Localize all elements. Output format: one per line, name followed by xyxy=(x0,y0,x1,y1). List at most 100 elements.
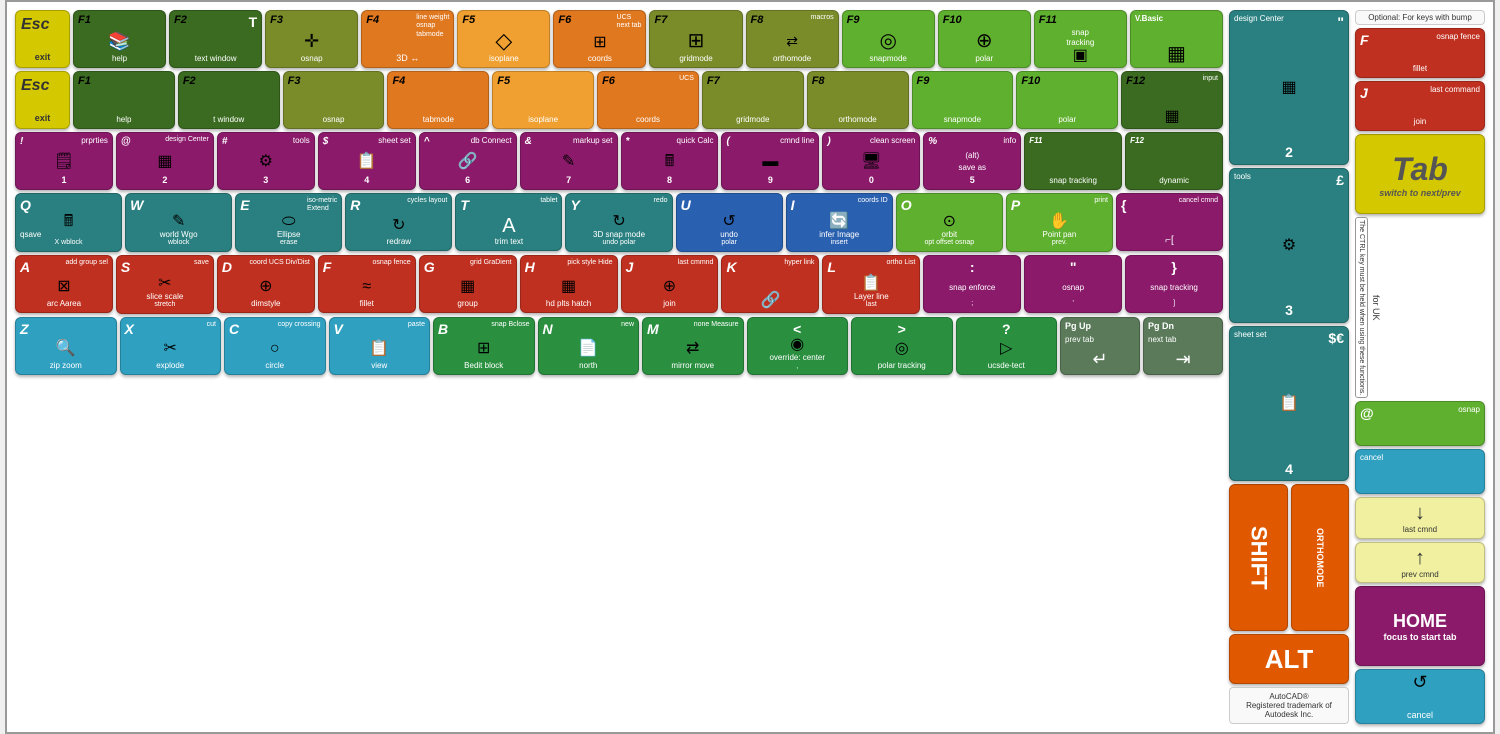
keyboard-container: Esc exit F1 📚 help F2 T text window F3 ✛ xyxy=(5,0,1495,734)
esc-key-bottom[interactable]: Esc exit xyxy=(15,71,70,129)
key-t[interactable]: T tablet A trim text xyxy=(455,193,562,251)
key-1[interactable]: ! prprties 🗒 1 xyxy=(15,132,113,190)
f11-key[interactable]: F11 snaptracking ▣ xyxy=(1034,10,1127,68)
key-4[interactable]: $ sheet set 📋 4 xyxy=(318,132,416,190)
key-d[interactable]: D coord UCS Div/Dist ⊕ dimstyle xyxy=(217,255,315,313)
f1b-key[interactable]: F1 help xyxy=(73,71,175,129)
key-z[interactable]: Z 🔍 zip zoom xyxy=(15,317,117,375)
autocad-info: AutoCAD® Registered trademark of Autodes… xyxy=(1229,687,1349,724)
right-j-key[interactable]: J last command join xyxy=(1355,81,1485,131)
right-f-key[interactable]: F osnap fence fillet xyxy=(1355,28,1485,78)
arrow-down-key[interactable]: ↓ last cmnd xyxy=(1355,497,1485,539)
f4b-key[interactable]: F4 tabmode xyxy=(387,71,489,129)
f2b-key[interactable]: F2 t window xyxy=(178,71,280,129)
f8b-key[interactable]: F8 orthomode xyxy=(807,71,909,129)
key-5[interactable]: ^ db Connect 🔗 6 xyxy=(419,132,517,190)
f10-key[interactable]: F10 ⊕ polar xyxy=(938,10,1031,68)
key-8[interactable]: ( cmnd line ▬ 9 xyxy=(721,132,819,190)
ctrl-note: The CTRL key must be held when using the… xyxy=(1355,217,1368,398)
key-m[interactable]: M none Measure ⇄ mirror move xyxy=(642,317,744,375)
key-j[interactable]: J last cmmnd ⊕ join xyxy=(621,255,719,313)
row-asdf: A add group sel ⊠ arc Aarea S save ✂ sli… xyxy=(15,255,1223,314)
key-f12-dynamic[interactable]: F12 dynamic xyxy=(1125,132,1223,190)
right-cancel-key[interactable]: cancel xyxy=(1355,449,1485,494)
key-g[interactable]: G grid GraDient ▦ group xyxy=(419,255,517,313)
tab-key[interactable]: Tab switch to next/prev xyxy=(1355,134,1485,214)
f3-key[interactable]: F3 ✛ osnap xyxy=(265,10,358,68)
f2-key[interactable]: F2 T text window xyxy=(169,10,262,68)
right-osnap-key[interactable]: @ osnap xyxy=(1355,401,1485,446)
key-b[interactable]: B snap Bclose ⊞ Bedit block xyxy=(433,317,535,375)
f3b-key[interactable]: F3 osnap xyxy=(283,71,385,129)
row-f-bottom: Esc exit F1 help F2 t window F3 osnap F4… xyxy=(15,71,1223,129)
key-2[interactable]: @ design Center ▦ 2 xyxy=(116,132,214,190)
key-f11-snap[interactable]: F11 snap tracking xyxy=(1024,132,1122,190)
shift-key[interactable]: SHIFT xyxy=(1229,484,1288,631)
vbasic-key[interactable]: V.Basic ▦ xyxy=(1130,10,1223,68)
key-6[interactable]: & markup set ✎ 7 xyxy=(520,132,618,190)
key-a[interactable]: A add group sel ⊠ arc Aarea xyxy=(15,255,113,313)
f12-key[interactable]: F12 input ▦ xyxy=(1121,71,1223,129)
f8-key[interactable]: F8 macros ⇄ orthomode xyxy=(746,10,839,68)
key-r[interactable]: R cycles layout ↻ redraw xyxy=(345,193,452,251)
key-pgup[interactable]: Pg Up prev tab ↵ xyxy=(1060,317,1140,375)
right-panel: Optional: For keys with bump F osnap fen… xyxy=(1355,10,1485,724)
side-key-tools[interactable]: tools £ ⚙ 3 xyxy=(1229,168,1349,323)
key-s[interactable]: S save ✂ slice scale stretch xyxy=(116,255,214,314)
key-comma[interactable]: < ◉ override: center , xyxy=(747,317,849,376)
row-zxcv: Z 🔍 zip zoom X cut ✂ explode C copy cros… xyxy=(15,317,1223,376)
key-o[interactable]: O ⊙ orbit opt offset osnap xyxy=(896,193,1003,252)
f9b-key[interactable]: F9 snapmode xyxy=(912,71,1014,129)
side-key-designcenter[interactable]: design Center " ▦ 2 xyxy=(1229,10,1349,165)
row-qwerty: Q 🖩 qsave X wblock W ✎ world Wgo wblock xyxy=(15,193,1223,252)
f1-key[interactable]: F1 📚 help xyxy=(73,10,166,68)
f6-key[interactable]: F6 UCSnext tab ⊞ coords xyxy=(553,10,646,68)
key-x[interactable]: X cut ✂ explode xyxy=(120,317,222,375)
arrow-up-key[interactable]: ↑ prev cmnd xyxy=(1355,542,1485,584)
key-c[interactable]: C copy crossing ○ circle xyxy=(224,317,326,375)
f9-key[interactable]: F9 ◎ snapmode xyxy=(842,10,935,68)
key-v[interactable]: V paste 📋 view xyxy=(329,317,431,375)
key-pgdn[interactable]: Pg Dn next tab ⇥ xyxy=(1143,317,1223,375)
f5b-key[interactable]: F5 isoplane xyxy=(492,71,594,129)
key-p[interactable]: P print ✋ Point pan prev. xyxy=(1006,193,1113,252)
f7-key[interactable]: F7 ⊞ gridmode xyxy=(649,10,742,68)
key-percent[interactable]: % info (alt) save as 5 xyxy=(923,132,1021,190)
key-9-cleanscreen[interactable]: ) clean screen 🖥 0 xyxy=(822,132,920,190)
key-semicolon[interactable]: : snap enforce ; xyxy=(923,255,1021,313)
key-i[interactable]: I coords ID 🔄 infer Image insert xyxy=(786,193,893,252)
f7b-key[interactable]: F7 gridmode xyxy=(702,71,804,129)
key-u[interactable]: U ↺ undo polar xyxy=(676,193,783,252)
key-period[interactable]: > ◎ polar tracking xyxy=(851,317,953,375)
key-l[interactable]: L ortho List 📋 Layer line last xyxy=(822,255,920,314)
key-quote[interactable]: " osnap ' xyxy=(1024,255,1122,313)
key-e[interactable]: E iso-metricExtend ⬭ Ellipse erase xyxy=(235,193,342,252)
key-brace-close[interactable]: } snap tracking ] xyxy=(1125,255,1223,313)
key-3[interactable]: # tools ⚙ 3 xyxy=(217,132,315,190)
key-slash[interactable]: ? ▷ ucsde-tect xyxy=(956,317,1058,375)
side-key-sheetset[interactable]: sheet set $€ 📋 4 xyxy=(1229,326,1349,481)
f5-key[interactable]: F5 ◇ isoplane xyxy=(457,10,550,68)
key-brace-open[interactable]: { cancel cmnd ⌐[ xyxy=(1116,193,1223,251)
alt-key[interactable]: ALT xyxy=(1229,634,1349,684)
right-cancel2-key[interactable]: ↺ cancel xyxy=(1355,669,1485,724)
key-h[interactable]: H pick style Hide ▦ hd plts hatch xyxy=(520,255,618,313)
key-7[interactable]: * quick Calc 🖩 8 xyxy=(621,132,719,190)
key-n[interactable]: N new 📄 north xyxy=(538,317,640,375)
for-uk-label: for UK xyxy=(1371,278,1381,338)
key-f[interactable]: F osnap fence ≈ fillet xyxy=(318,255,416,313)
f6b-key[interactable]: F6 UCS coords xyxy=(597,71,699,129)
main-keys: Esc exit F1 📚 help F2 T text window F3 ✛ xyxy=(15,10,1223,724)
f10b-key[interactable]: F10 polar xyxy=(1016,71,1118,129)
shift-ortho-group: SHIFT ORTHOMODE xyxy=(1229,484,1349,631)
optional-note: Optional: For keys with bump xyxy=(1355,10,1485,25)
home-key[interactable]: HOME focus to start tab xyxy=(1355,586,1485,666)
f4-key[interactable]: F4 line weightosnaptabmode 3D ↔ xyxy=(361,10,454,68)
key-k[interactable]: K hyper link 🔗 xyxy=(721,255,819,313)
orthomode-key[interactable]: ORTHOMODE xyxy=(1291,484,1350,631)
key-q[interactable]: Q 🖩 qsave X wblock xyxy=(15,193,122,252)
row-number: ! prprties 🗒 1 @ design Center ▦ 2 # to xyxy=(15,132,1223,190)
key-w[interactable]: W ✎ world Wgo wblock xyxy=(125,193,232,252)
esc-key-top[interactable]: Esc exit xyxy=(15,10,70,68)
key-y[interactable]: Y redo ↻ 3D snap mode undo polar xyxy=(565,193,672,252)
